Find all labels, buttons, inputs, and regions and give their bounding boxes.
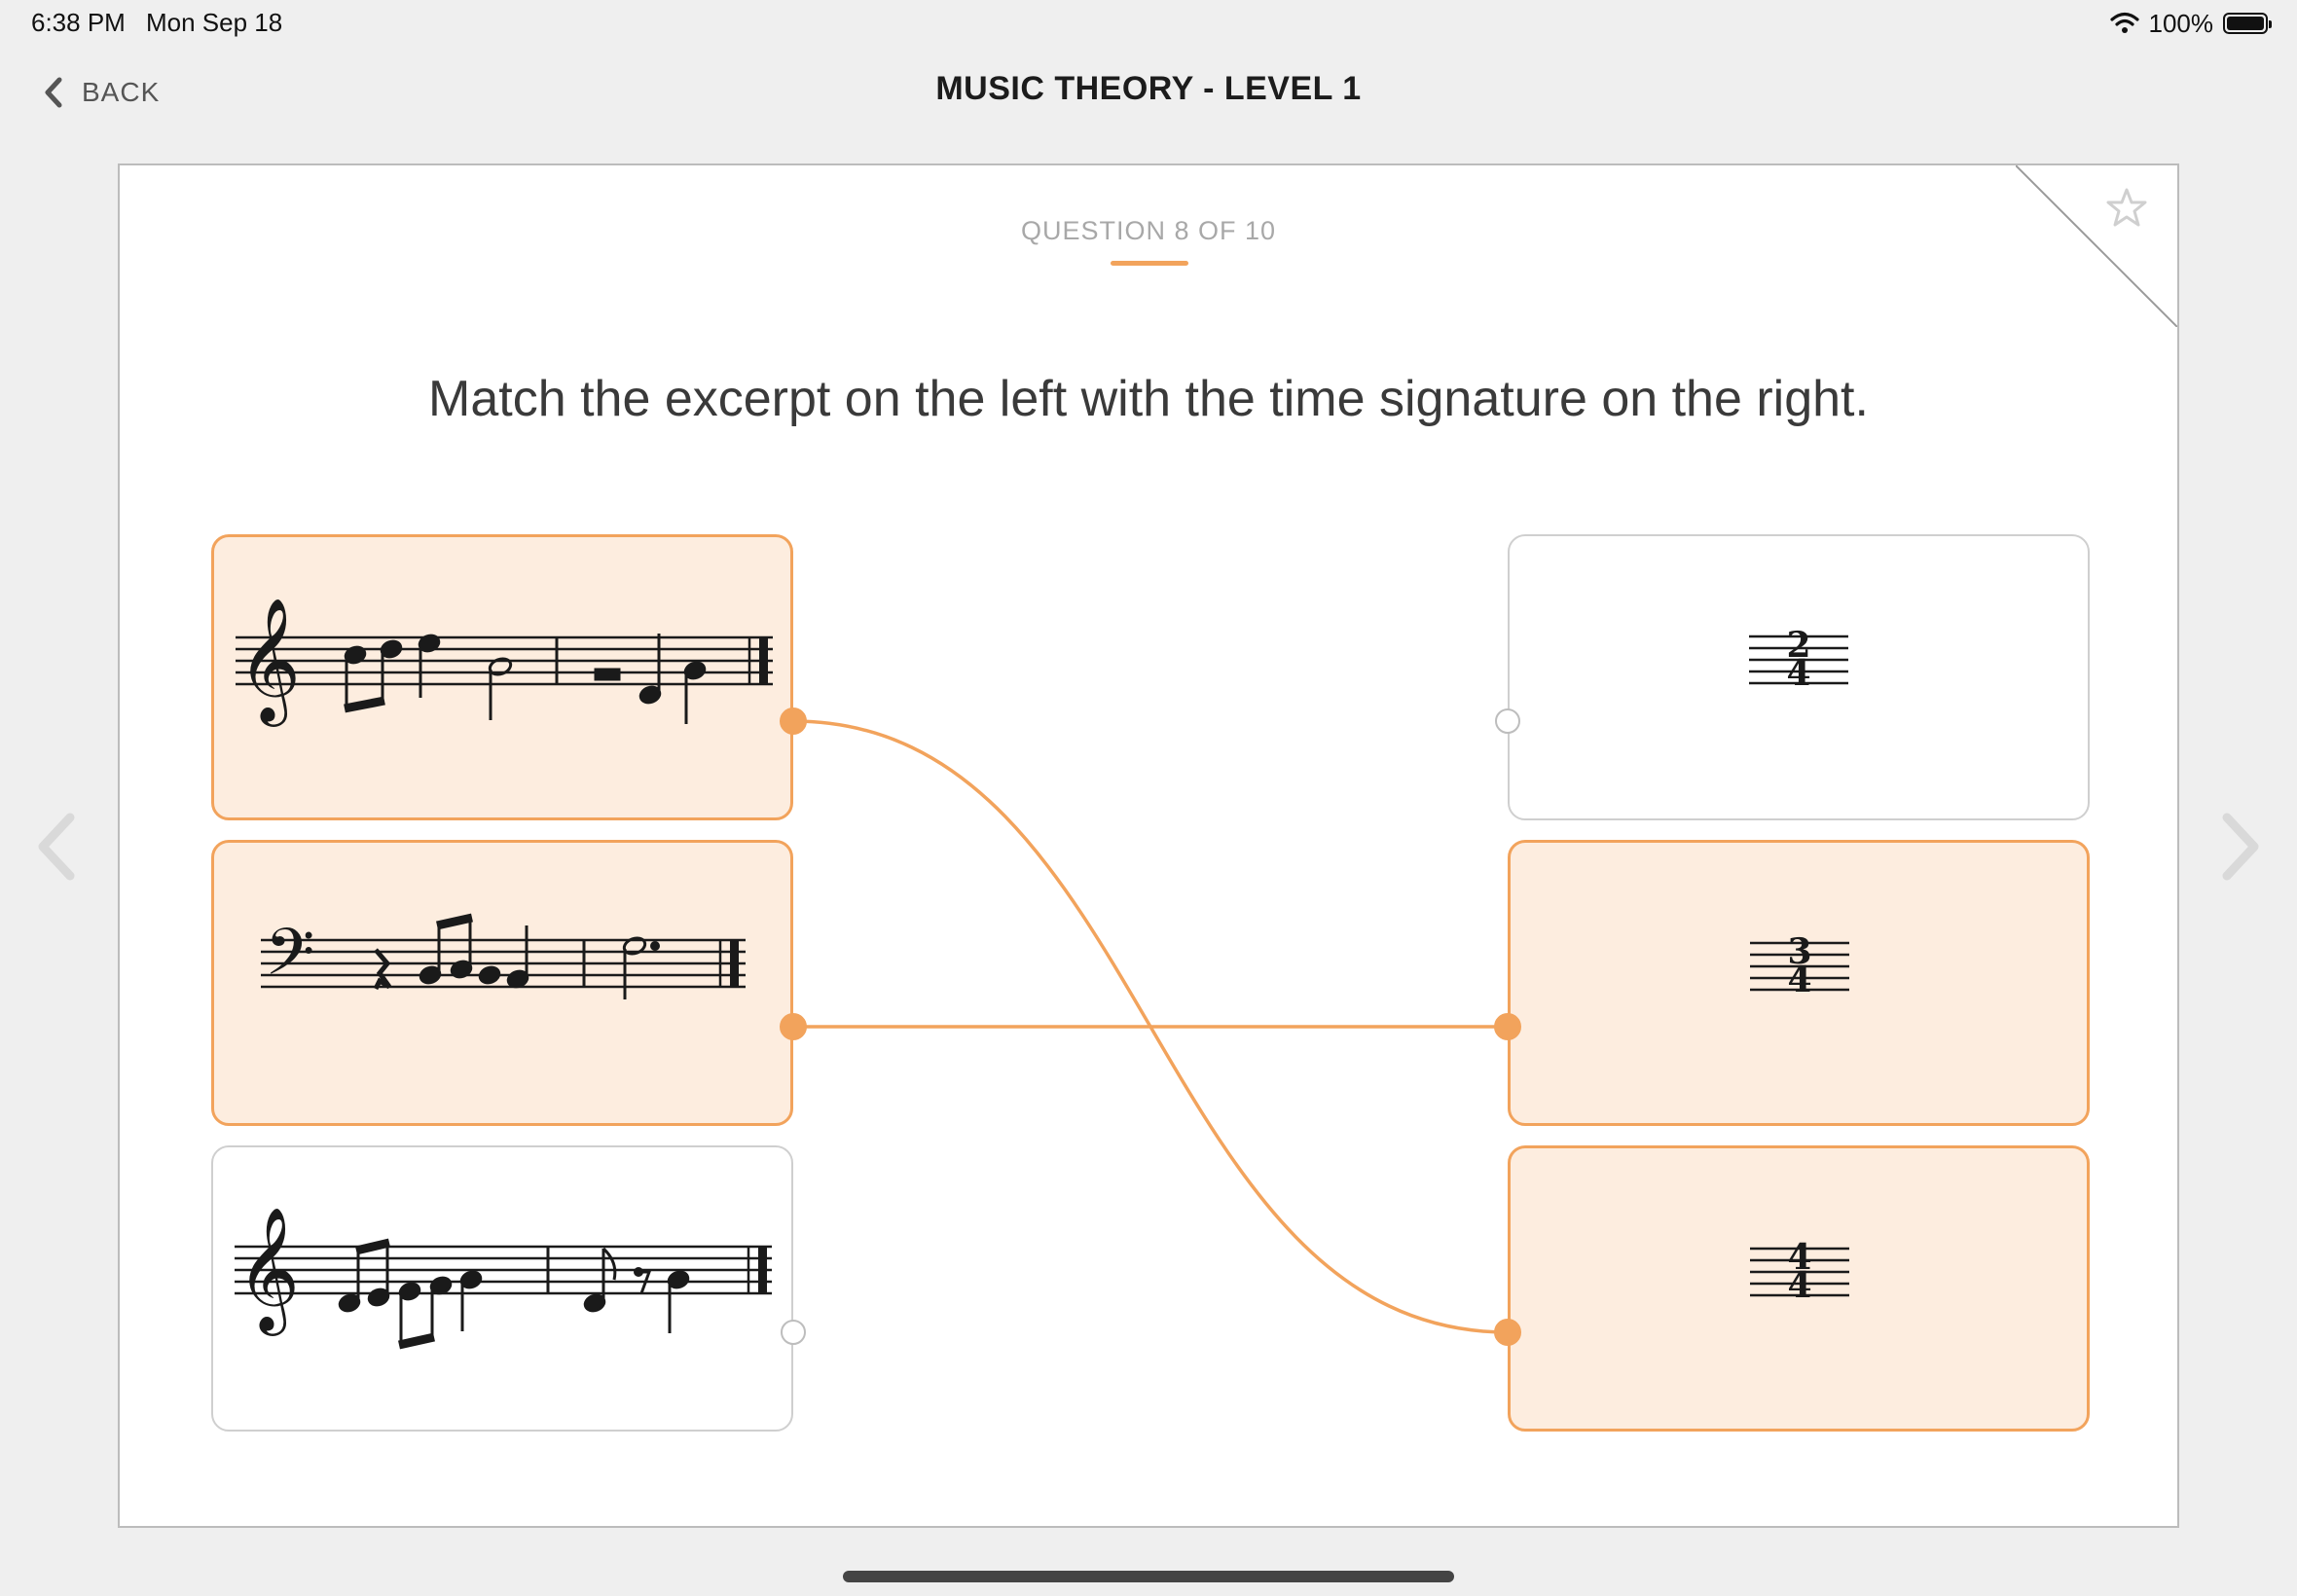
page-title: MUSIC THEORY - LEVEL 1	[935, 70, 1362, 107]
nav-bar: BACK MUSIC THEORY - LEVEL 1	[0, 58, 2297, 127]
chevron-right-icon	[2222, 813, 2259, 881]
status-right: 100%	[2109, 8, 2272, 39]
time-signature-bottom: 4	[1787, 1265, 1811, 1306]
status-bar: 6:38 PM Mon Sep 18 100%	[0, 0, 2297, 47]
excerpt-box-1[interactable]: 𝄞	[211, 534, 793, 820]
bookmark-corner[interactable]	[2016, 165, 2177, 327]
previous-question-arrow[interactable]	[29, 808, 88, 886]
question-prompt: Match the excerpt on the left with the t…	[428, 371, 1869, 427]
time-signature-bottom: 4	[1786, 653, 1810, 694]
battery-percentage: 100%	[2148, 8, 2214, 38]
status-date: Mon Sep 18	[146, 8, 283, 37]
svg-text:𝄞: 𝄞	[237, 597, 301, 727]
time-signature-box-2[interactable]: 3 4	[1508, 840, 2090, 1126]
chevron-left-icon	[38, 813, 75, 881]
battery-icon	[2223, 13, 2272, 34]
music-excerpt-bass-2: 𝄢	[261, 913, 746, 1005]
time-signature-bottom: 4	[1787, 960, 1811, 1000]
svg-text:𝄞: 𝄞	[237, 1206, 300, 1336]
music-excerpt-treble-1: 𝄞	[236, 597, 773, 727]
question-counter: QUESTION 8 OF 10	[1020, 216, 1277, 245]
question-underline	[1111, 261, 1188, 266]
excerpt-box-2[interactable]: 𝄢	[211, 840, 793, 1126]
excerpt-box-3[interactable]: 𝄞	[211, 1145, 793, 1432]
next-question-arrow[interactable]	[2209, 808, 2268, 886]
home-indicator[interactable]	[843, 1571, 1454, 1582]
svg-text:𝄢: 𝄢	[265, 915, 314, 1005]
wifi-icon	[2109, 12, 2139, 33]
music-excerpt-treble-3: 𝄞	[235, 1206, 772, 1350]
time-signature-box-1[interactable]: 2 4	[1508, 534, 2090, 820]
time-signature-box-3[interactable]: 4 4	[1508, 1145, 2090, 1432]
status-time: 6:38 PM	[31, 8, 126, 37]
match-line-1	[792, 719, 1509, 1334]
question-card: QUESTION 8 OF 10 Match the excerpt on th…	[118, 163, 2179, 1528]
